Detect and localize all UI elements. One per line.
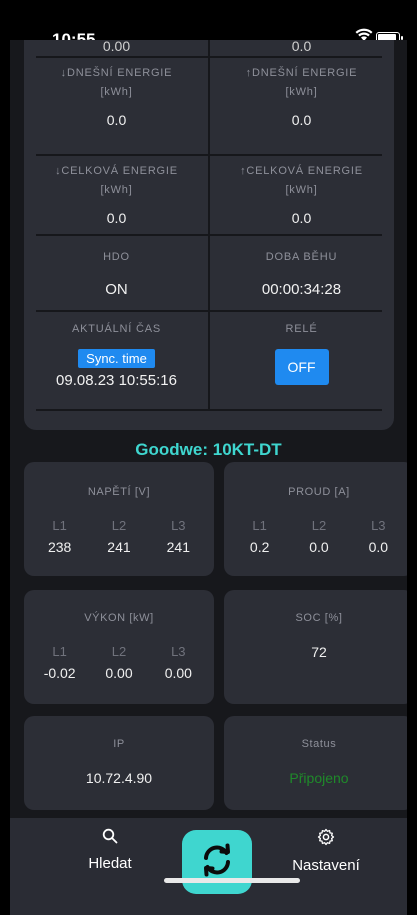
current-l3: L3 0.0 [368,518,389,555]
status-value: Připojeno [289,770,349,786]
divider [36,409,382,411]
hdo-value: ON [105,281,128,298]
sync-time-button[interactable]: Sync. time [78,349,155,368]
gear-icon [317,828,335,850]
energy-today-out-value: 0.0 [291,112,312,128]
energy-today-in-value: 0.0 [106,112,127,128]
energy-total-in-value: 0.0 [106,210,127,226]
tab-search[interactable]: Hledat [70,828,150,872]
status-title: Status [301,738,337,750]
search-icon [102,828,118,848]
energy-total-out: ↑CELKOVÁ ENERGIE [kWh] 0.0 [209,162,394,226]
runtime-value: 00:00:34:28 [261,281,342,298]
relay-cell: RELÉ OFF [209,320,394,385]
energy-total-out-value: 0.0 [291,210,312,226]
soc-title: SOC [%] [295,612,343,624]
power-l2: L2 0.00 [105,644,133,681]
soc-value: 72 [311,644,327,660]
ip-title: IP [113,738,125,750]
tab-settings[interactable]: Nastavení [276,828,376,874]
refresh-button[interactable] [182,830,252,894]
voltage-card: NAPĚTÍ [V] L1 238 L2 241 L3 241 [24,462,214,576]
power-l1: L1 -0.02 [43,644,76,681]
power-l3: L3 0.00 [164,644,192,681]
energy-total-in: ↓CELKOVÁ ENERGIE [kWh] 0.0 [24,162,209,226]
current-time-value: 09.08.23 10:55:16 [56,372,177,389]
ip-card: IP 10.72.4.90 [24,716,214,810]
current-card: PROUD [A] L1 0.2 L2 0.0 L3 0.0 [224,462,407,576]
meter-card: 0.00 0.0 ↓DNEŠNÍ ENERGIE [kWh] 0.0 ↑DNEŠ… [24,40,394,430]
tab-search-label: Hledat [88,855,132,872]
soc-card: SOC [%] 72 [224,590,407,704]
current-time-cell: AKTUÁLNÍ ČAS Sync. time 09.08.23 10:55:1… [24,320,209,389]
current-title: PROUD [A] [288,486,350,498]
column-divider [208,40,210,409]
app-screen: 0.00 0.0 ↓DNEŠNÍ ENERGIE [kWh] 0.0 ↑DNEŠ… [10,40,407,915]
voltage-title: NAPĚTÍ [V] [87,486,151,498]
relay-toggle-button[interactable]: OFF [274,349,329,385]
device-title: Goodwe: 10KT-DT [135,440,282,459]
runtime-cell: DOBA BĚHU 00:00:34:28 [209,248,394,298]
status-card: Status Připojeno [224,716,407,810]
voltage-l2: L2 241 [107,518,131,555]
voltage-l1: L1 238 [47,518,72,555]
hdo-cell: HDO ON [24,248,209,298]
current-l1: L1 0.2 [249,518,270,555]
power-title: VÝKON [kW] [84,612,154,624]
power-card: VÝKON [kW] L1 -0.02 L2 0.00 L3 0.00 [24,590,214,704]
ip-value: 10.72.4.90 [85,770,153,786]
partial-value-right: 0.0 [291,40,312,54]
voltage-l3: L3 241 [166,518,190,555]
current-l2: L2 0.0 [309,518,329,555]
tab-settings-label: Nastavení [292,857,360,874]
energy-today-out: ↑DNEŠNÍ ENERGIE [kWh] 0.0 [209,64,394,128]
energy-today-in: ↓DNEŠNÍ ENERGIE [kWh] 0.0 [24,64,209,128]
home-indicator [164,878,300,883]
partial-value-left: 0.00 [102,40,131,54]
